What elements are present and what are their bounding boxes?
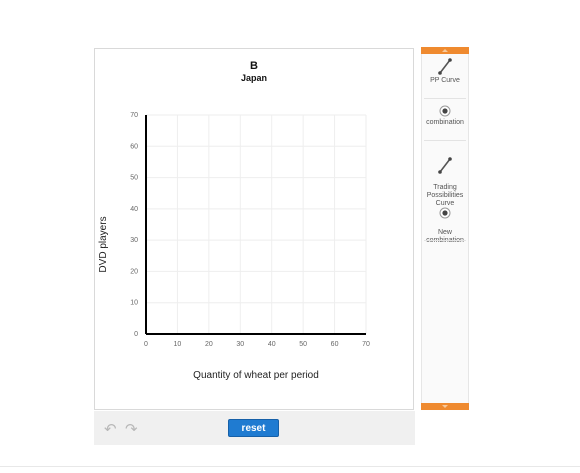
x-tick-label: 30 [236,341,244,348]
x-tick-label: 50 [299,341,307,348]
point-tool-icon [439,105,451,117]
graph-panel[interactable]: B Japan 0 10 20 30 40 50 60 70 0 10 20 30 40 50 60 70 Qu… [94,48,414,410]
y-tick-label: 60 [130,143,138,150]
line-tool-icon [438,157,452,174]
bottom-toolbar: ↶ ↷ reset [94,411,415,445]
x-tick-label: 10 [174,341,182,348]
redo-icon[interactable]: ↷ [125,422,141,437]
scroll-down-button[interactable] [421,403,469,410]
undo-icon[interactable]: ↶ [104,422,120,437]
chart-area[interactable]: 0 10 20 30 40 50 60 70 0 10 20 30 40 50 60 70 Quantity o… [95,49,415,411]
y-tick-label: 50 [130,175,138,182]
x-tick-label: 40 [268,341,276,348]
divider [0,466,580,467]
x-tick-label: 0 [144,341,148,348]
y-tick-label: 0 [134,331,138,338]
reset-button[interactable]: reset [228,419,279,437]
tool-pp-curve-label: PP Curve [430,77,460,84]
y-tick-label: 70 [130,112,138,119]
x-axis-label: Quantity of wheat per period [193,370,319,381]
scroll-up-button[interactable] [421,47,469,54]
x-tick-label: 20 [205,341,213,348]
y-tick-label: 10 [130,300,138,307]
divider [424,140,466,141]
x-tick-label: 60 [331,341,339,348]
tool-combination-label: combination [426,119,464,126]
point-tool-icon [439,207,451,219]
tool-new-combination[interactable]: New combination [422,199,468,245]
y-axis-label: DVD players [98,216,109,272]
tool-pp-curve[interactable]: PP Curve [422,57,468,85]
tool-combination[interactable]: combination [422,105,468,127]
y-tick-label: 30 [130,237,138,244]
y-tick-label: 20 [130,268,138,275]
line-tool-icon [438,58,452,75]
divider [424,240,466,241]
y-tick-label: 40 [130,206,138,213]
divider [424,98,466,99]
x-tick-label: 70 [362,341,370,348]
tool-palette: PP Curve combination Trading Possibiliti… [421,47,469,410]
tool-new-combination-label: New combination [426,229,464,244]
